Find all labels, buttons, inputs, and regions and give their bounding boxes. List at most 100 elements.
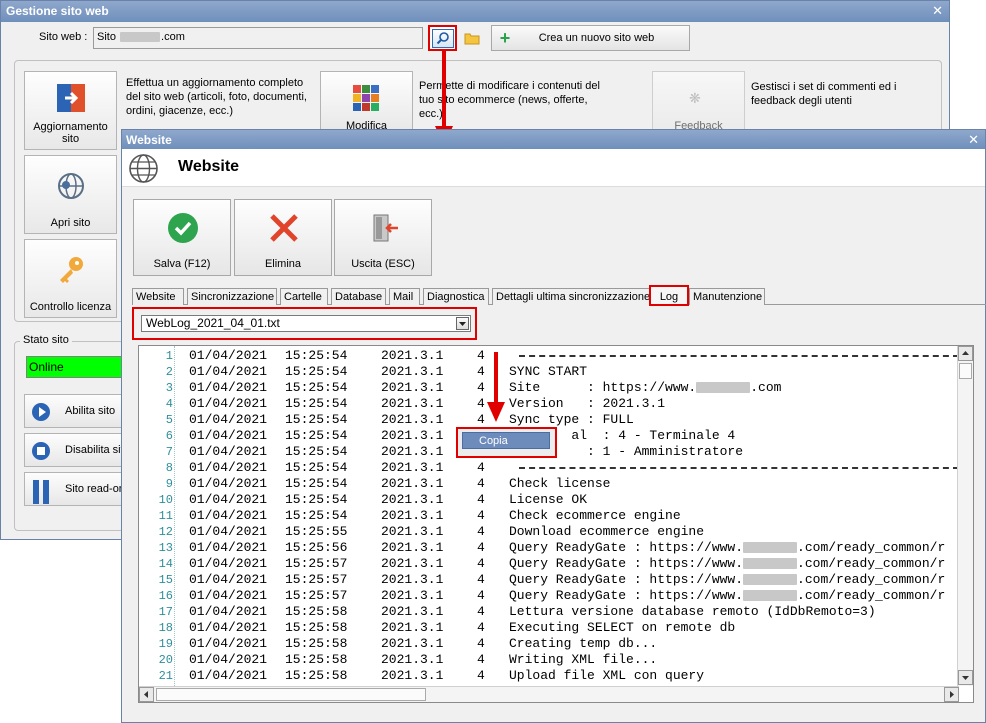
log-date: 01/04/2021 bbox=[189, 556, 268, 571]
new-site-button[interactable]: + Crea un nuovo sito web bbox=[491, 25, 690, 51]
tab-dettagli-sincronizzazione[interactable]: Dettagli ultima sincronizzazione bbox=[492, 288, 650, 305]
log-message-text: Creating temp db... bbox=[509, 636, 658, 651]
log-version: 2021.3.1 bbox=[381, 476, 444, 491]
site-field[interactable]: Sito .com bbox=[93, 27, 423, 49]
scroll-left-icon[interactable] bbox=[139, 687, 154, 702]
tab-mail[interactable]: Mail bbox=[389, 288, 420, 305]
log-file-select[interactable]: WebLog_2021_04_01.txt bbox=[141, 315, 471, 332]
redacted-domain bbox=[743, 558, 798, 570]
log-row: 3 01/04/2021 15:25:54 2021.3.1 4 Site : https… bbox=[139, 380, 959, 396]
license-check-label: Controllo licenza bbox=[29, 301, 112, 313]
log-message: Upload file XML con query bbox=[509, 668, 704, 684]
log-line-number: 6 bbox=[165, 429, 173, 443]
enable-site-button[interactable]: Abilita sito bbox=[24, 394, 124, 428]
tab-manutenzione[interactable]: Manutenzione bbox=[689, 288, 765, 305]
log-row: 13 01/04/2021 15:25:56 2021.3.1 4 Query Ready… bbox=[139, 540, 959, 556]
log-level: 4 bbox=[477, 572, 485, 587]
log-version: 2021.3.1 bbox=[381, 492, 444, 507]
log-date: 01/04/2021 bbox=[189, 348, 268, 363]
log-message-tail: .com/ready_common/r bbox=[797, 540, 946, 555]
tab-diagnostica[interactable]: Diagnostica bbox=[423, 288, 489, 305]
tab-sincronizzazione[interactable]: Sincronizzazione bbox=[187, 288, 277, 305]
back-window-title: Gestione sito web bbox=[6, 4, 109, 18]
log-separator bbox=[519, 355, 959, 357]
tab-website[interactable]: Website bbox=[132, 288, 184, 305]
scroll-up-icon[interactable] bbox=[958, 346, 973, 361]
log-line-number: 8 bbox=[165, 461, 173, 475]
website-window-close-icon[interactable]: ✕ bbox=[968, 132, 979, 148]
website-window-title: Website bbox=[126, 133, 172, 147]
copy-menu-item[interactable]: Copia bbox=[462, 432, 550, 449]
log-level: 4 bbox=[477, 524, 485, 539]
license-check-tile[interactable]: Controllo licenza bbox=[24, 239, 117, 318]
disable-site-button[interactable]: Disabilita sito bbox=[24, 433, 124, 467]
open-site-label: Apri sito bbox=[50, 217, 91, 229]
pause-icon bbox=[31, 480, 51, 504]
log-date: 01/04/2021 bbox=[189, 428, 268, 443]
vertical-scroll-thumb[interactable] bbox=[959, 363, 972, 379]
log-time: 15:25:54 bbox=[285, 508, 348, 523]
log-message-tail: .com/ready_common/r bbox=[797, 556, 946, 571]
log-time: 15:25:54 bbox=[285, 396, 348, 411]
log-version: 2021.3.1 bbox=[381, 460, 444, 475]
tab-database[interactable]: Database bbox=[331, 288, 386, 305]
log-date: 01/04/2021 bbox=[189, 460, 268, 475]
back-window-close-icon[interactable]: ✕ bbox=[932, 3, 943, 19]
log-line-number: 15 bbox=[158, 573, 173, 587]
update-site-tile[interactable]: Aggiornamento sito bbox=[24, 71, 117, 150]
save-button[interactable]: Salva (F12) bbox=[133, 199, 231, 276]
feedback-tile[interactable]: ❋ Feedback bbox=[652, 71, 745, 132]
tab-log[interactable]: Log bbox=[649, 285, 689, 306]
log-message: License OK bbox=[509, 492, 587, 508]
chevron-down-icon[interactable] bbox=[456, 317, 469, 330]
log-row: 10 01/04/2021 15:25:54 2021.3.1 4 License OK bbox=[139, 492, 959, 508]
vertical-scrollbar[interactable] bbox=[957, 346, 973, 686]
site-status-title: Stato sito bbox=[20, 334, 72, 346]
site-value-prefix: Sito bbox=[97, 31, 116, 43]
log-message: Check license bbox=[509, 476, 610, 492]
exit-door-icon bbox=[368, 212, 400, 244]
scroll-right-icon[interactable] bbox=[944, 687, 959, 702]
redacted-site-name bbox=[120, 32, 161, 43]
page-title: Website bbox=[178, 158, 240, 175]
log-row: 20 01/04/2021 15:25:58 2021.3.1 4 Writing XML… bbox=[139, 652, 959, 668]
readonly-site-button[interactable]: Sito read-only bbox=[24, 472, 124, 506]
log-row: 21 01/04/2021 15:25:58 2021.3.1 4 Upload file… bbox=[139, 668, 959, 684]
log-time: 15:25:54 bbox=[285, 460, 348, 475]
log-line-number: 10 bbox=[158, 493, 173, 507]
log-time: 15:25:54 bbox=[285, 412, 348, 427]
horizontal-scroll-thumb[interactable] bbox=[156, 688, 426, 701]
log-date: 01/04/2021 bbox=[189, 604, 268, 619]
log-line-number: 11 bbox=[158, 509, 173, 523]
log-version: 2021.3.1 bbox=[381, 380, 444, 395]
redacted-domain bbox=[743, 574, 798, 586]
log-version: 2021.3.1 bbox=[381, 412, 444, 427]
folder-icon[interactable] bbox=[462, 28, 482, 48]
log-version: 2021.3.1 bbox=[381, 652, 444, 667]
context-menu: Copia bbox=[456, 427, 557, 458]
plus-icon: + bbox=[499, 28, 511, 48]
log-time: 15:25:57 bbox=[285, 572, 348, 587]
log-date: 01/04/2021 bbox=[189, 652, 268, 667]
open-site-tile[interactable]: Apri sito bbox=[24, 155, 117, 234]
horizontal-scrollbar[interactable] bbox=[139, 686, 959, 702]
log-message: Lettura versione database remoto (IdDbRe… bbox=[509, 604, 876, 620]
tab-cartelle[interactable]: Cartelle bbox=[280, 288, 328, 305]
scroll-down-icon[interactable] bbox=[958, 670, 973, 685]
exit-button[interactable]: Uscita (ESC) bbox=[334, 199, 432, 276]
redacted-domain bbox=[743, 542, 798, 554]
log-viewer[interactable]: 1 01/04/2021 15:25:54 2021.3.1 4 2 01/04/2021 1… bbox=[138, 345, 974, 703]
log-separator bbox=[519, 467, 959, 469]
log-row: 5 01/04/2021 15:25:54 2021.3.1 4 Sync type : … bbox=[139, 412, 959, 428]
feedback-description: Gestisci i set di commenti ed i feedback… bbox=[751, 81, 897, 107]
log-version: 2021.3.1 bbox=[381, 588, 444, 603]
log-message-text: Download ecommerce engine bbox=[509, 524, 705, 539]
log-date: 01/04/2021 bbox=[189, 572, 268, 587]
log-version: 2021.3.1 bbox=[381, 524, 444, 539]
edit-content-tile[interactable]: Modifica bbox=[320, 71, 413, 132]
search-site-button[interactable] bbox=[428, 25, 457, 51]
website-window-titlebar: Website ✕ bbox=[122, 130, 985, 149]
site-label: Sito web : bbox=[39, 31, 88, 43]
log-date: 01/04/2021 bbox=[189, 396, 268, 411]
delete-button[interactable]: Elimina bbox=[234, 199, 332, 276]
